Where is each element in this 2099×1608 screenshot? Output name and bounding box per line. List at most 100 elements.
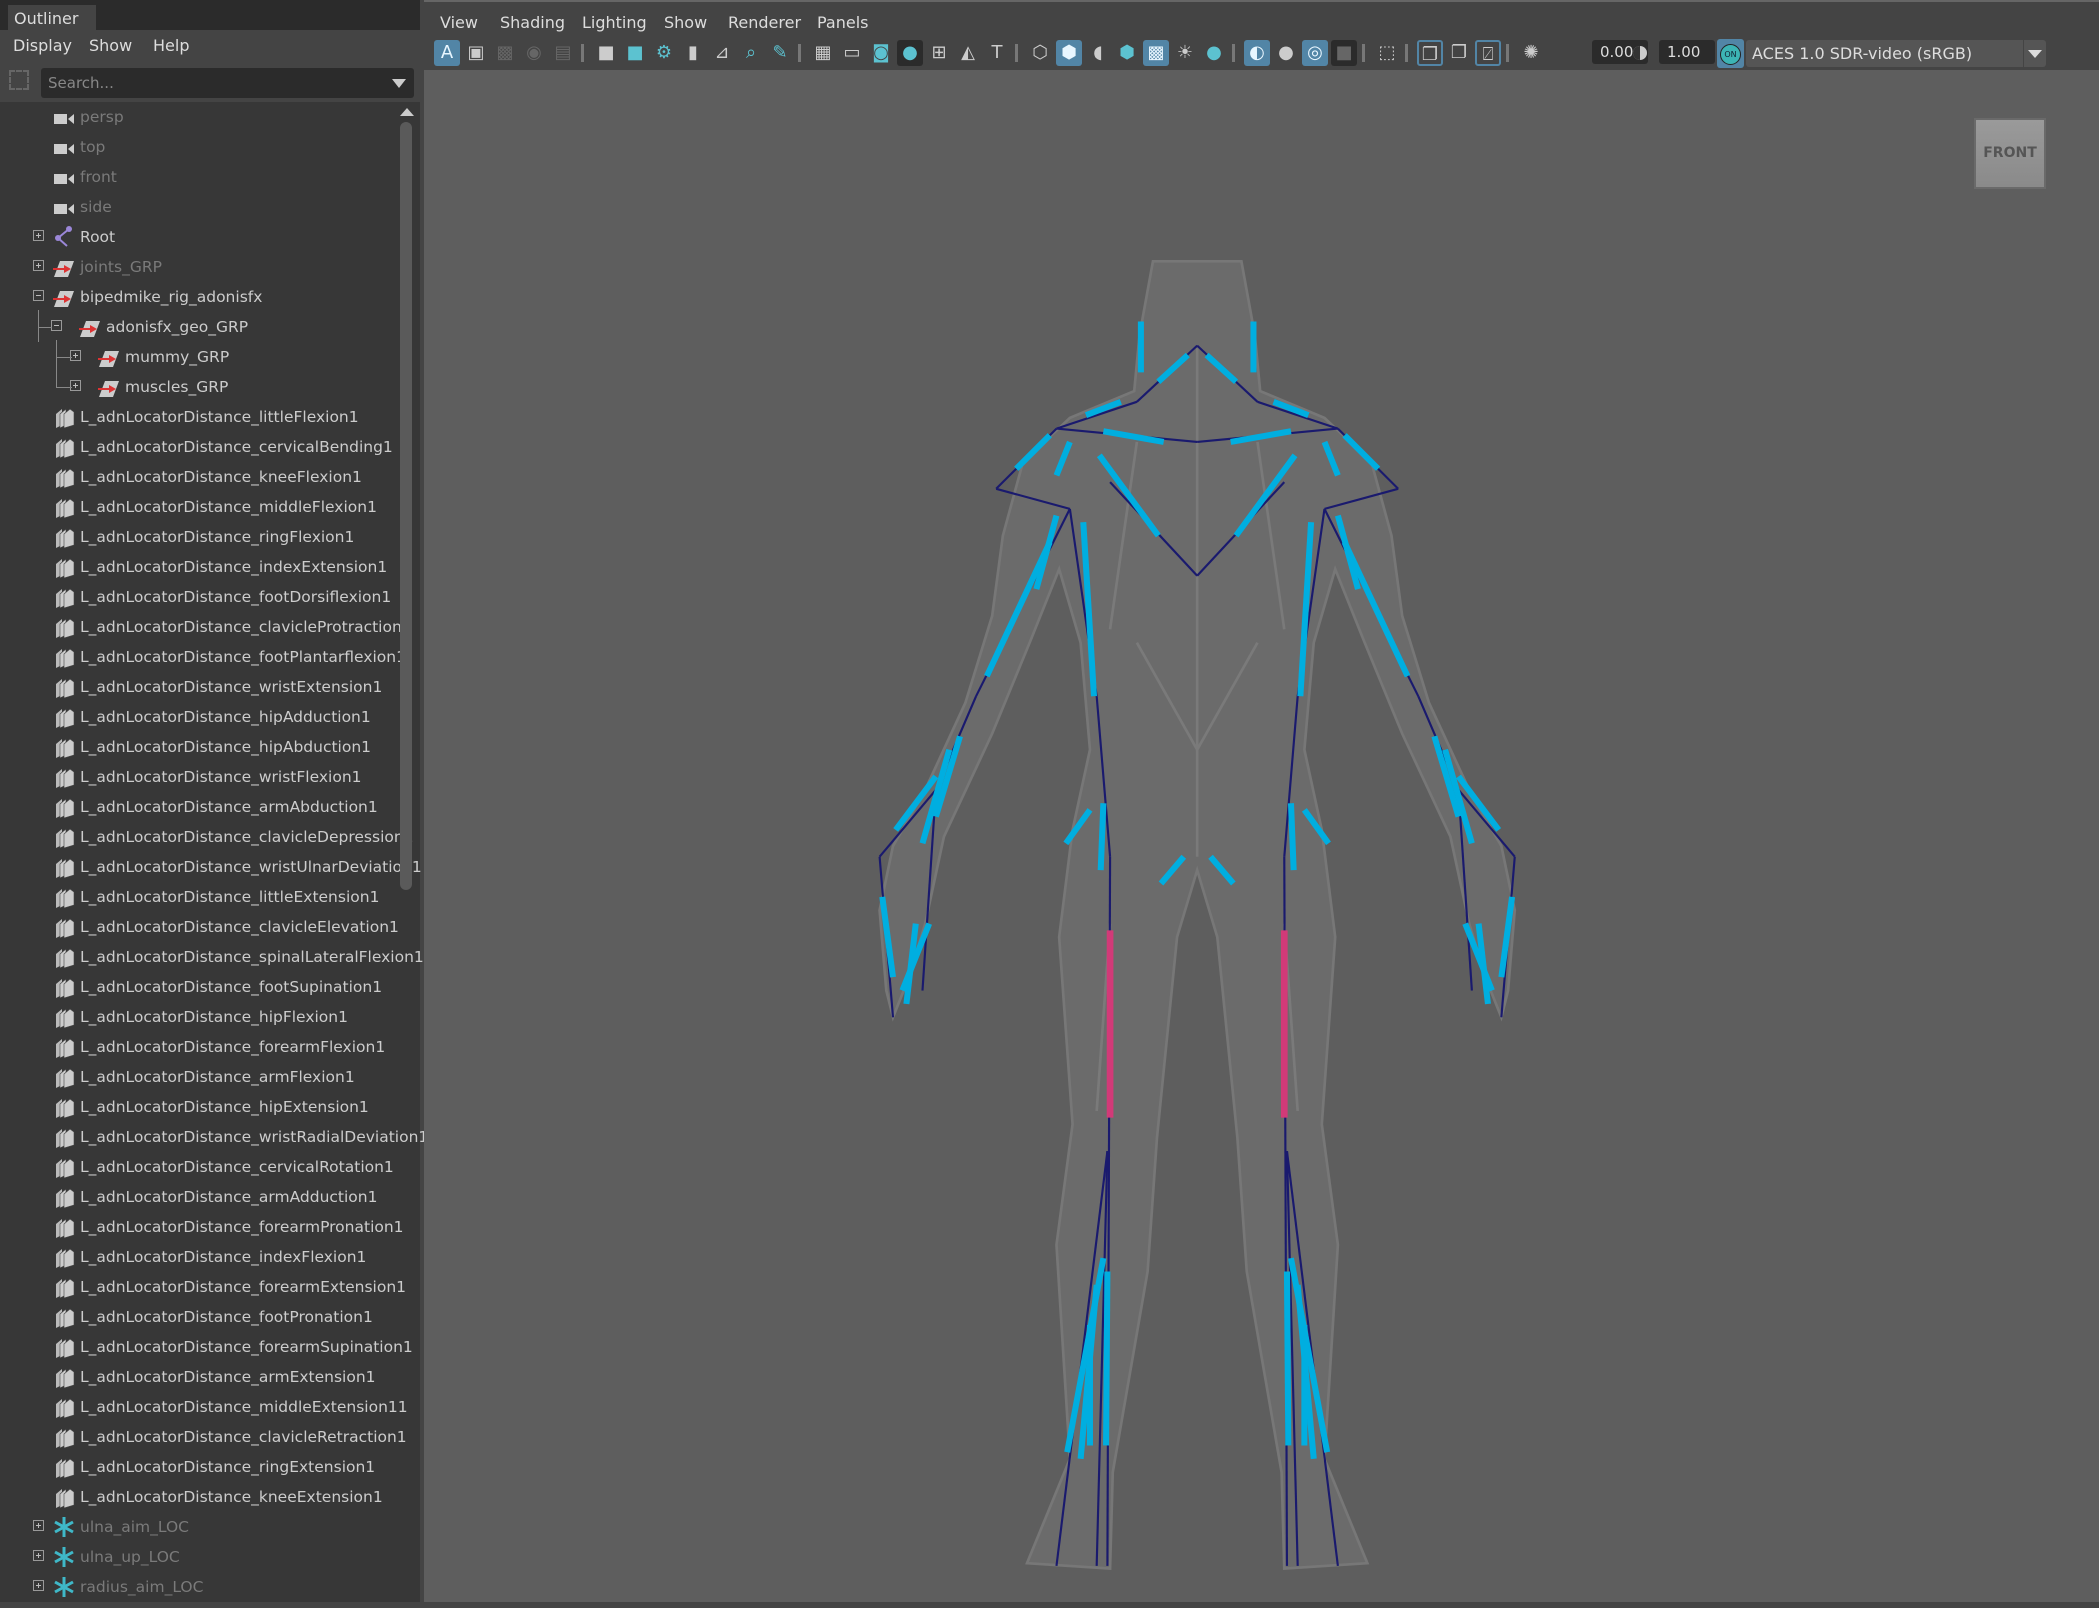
outliner-tab[interactable]: Outliner (8, 5, 97, 30)
outliner-item[interactable]: L_adnLocatorDistance_indexFlexion1 (0, 1242, 395, 1272)
outliner-item[interactable]: top (0, 132, 395, 162)
outliner-item[interactable]: ulna_aim_LOC (0, 1512, 395, 1542)
outliner-item[interactable]: front (0, 162, 395, 192)
color-management-toggle[interactable]: ON (1717, 39, 1744, 68)
select-camera-icon[interactable]: A (434, 40, 460, 66)
grease-pencil-lasso-icon[interactable]: ⌕ (738, 40, 764, 66)
outliner-scrollbar[interactable] (398, 104, 414, 1602)
2d-pan-zoom-icon[interactable]: ⊿ (709, 40, 735, 66)
film-gate-icon[interactable]: ▭ (839, 40, 865, 66)
scroll-up-arrow-icon[interactable] (400, 108, 414, 116)
grease-pencil-icon[interactable]: ✎ (767, 40, 793, 66)
outliner-item[interactable]: ulna_up_LOC (0, 1542, 395, 1572)
outliner-item[interactable]: L_adnLocatorDistance_hipExtension1 (0, 1092, 395, 1122)
search-input[interactable] (46, 73, 380, 93)
default-material-icon[interactable]: ◖ (1085, 40, 1111, 66)
outliner-item[interactable]: bipedmike_rig_adonisfx (0, 282, 395, 312)
outliner-item[interactable]: L_adnLocatorDistance_littleFlexion1 (0, 402, 395, 432)
menu-help[interactable]: Help (153, 36, 189, 55)
filter-icon[interactable] (9, 70, 29, 90)
expand-icon[interactable] (70, 350, 81, 361)
xray-active-components-icon[interactable]: ❐ (1446, 40, 1472, 66)
resolution-gate-icon[interactable]: ◙ (868, 40, 894, 66)
wireframe-icon[interactable]: ⬡ (1027, 40, 1053, 66)
outliner-item[interactable]: side (0, 192, 395, 222)
safe-title-icon[interactable]: T (984, 40, 1010, 66)
grid-icon[interactable]: ▦ (810, 40, 836, 66)
outliner-item[interactable]: L_adnLocatorDistance_middleExtension11 (0, 1392, 408, 1422)
xray-icon[interactable]: ❐ (1417, 40, 1443, 66)
outliner-item[interactable]: L_adnLocatorDistance_footPlantarflexion1 (0, 642, 406, 672)
exposure-icon[interactable]: ✺ (1518, 40, 1544, 66)
gamma-field[interactable]: 1.00 (1659, 40, 1715, 64)
camera-settings-icon[interactable]: ⚙ (651, 40, 677, 66)
outliner-item[interactable]: L_adnLocatorDistance_armAbduction1 (0, 792, 395, 822)
outliner-item[interactable]: L_adnLocatorDistance_wristFlexion1 (0, 762, 395, 792)
3d-scene[interactable] (424, 70, 2099, 1602)
search-options-dropdown-icon[interactable] (392, 79, 406, 88)
depth-of-field-icon[interactable]: ■ (1331, 40, 1357, 66)
expand-icon[interactable] (33, 1520, 44, 1531)
outliner-item[interactable]: adonisfx_geo_GRP (0, 312, 395, 342)
outliner-item[interactable]: L_adnLocatorDistance_cervicalRotation1 (0, 1152, 395, 1182)
collapse-icon[interactable] (33, 290, 44, 301)
image-plane-icon[interactable]: ▩ (492, 40, 518, 66)
safe-action-icon[interactable]: ◭ (955, 40, 981, 66)
use-all-lights-icon[interactable]: ☀ (1172, 40, 1198, 66)
outliner-item[interactable]: L_adnLocatorDistance_hipFlexion1 (0, 1002, 395, 1032)
smooth-shade-icon[interactable]: ⬢ (1056, 40, 1082, 66)
outliner-item[interactable]: L_adnLocatorDistance_armFlexion1 (0, 1062, 395, 1092)
motion-blur-icon[interactable]: ● (1273, 40, 1299, 66)
menu-show[interactable]: Show (89, 36, 132, 55)
outliner-item[interactable]: L_adnLocatorDistance_littleExtension1 (0, 882, 395, 912)
outliner-item[interactable]: L_adnLocatorDistance_wristRadialDeviatio… (0, 1122, 428, 1152)
menu-lighting[interactable]: Lighting (582, 13, 647, 32)
multisample-aa-icon[interactable]: ◎ (1302, 40, 1328, 66)
outliner-item[interactable]: L_adnLocatorDistance_cervicalBending1 (0, 432, 395, 462)
textured-icon[interactable]: ▩ (1143, 40, 1169, 66)
outliner-item[interactable]: L_adnLocatorDistance_clavicleProtraction… (0, 612, 412, 642)
bookmark-icon[interactable]: ▮ (680, 40, 706, 66)
menu-view[interactable]: View (440, 13, 478, 32)
wireframe-on-shaded-icon[interactable]: ⬢ (1114, 40, 1140, 66)
outliner-item[interactable]: L_adnLocatorDistance_footSupination1 (0, 972, 395, 1002)
menu-renderer[interactable]: Renderer (728, 13, 801, 32)
expand-icon[interactable] (33, 1580, 44, 1591)
outliner-item[interactable]: L_adnLocatorDistance_middleFlexion1 (0, 492, 395, 522)
outliner-item[interactable]: joints_GRP (0, 252, 395, 282)
outliner-item[interactable]: L_adnLocatorDistance_forearmExtension1 (0, 1272, 406, 1302)
field-chart-icon[interactable]: ⊞ (926, 40, 952, 66)
outliner-item[interactable]: L_adnLocatorDistance_footDorsiflexion1 (0, 582, 395, 612)
view-cube-front[interactable]: FRONT (1974, 118, 2046, 189)
expand-icon[interactable] (33, 260, 44, 271)
xray-joints-icon[interactable]: ⍁ (1475, 40, 1501, 66)
outliner-item[interactable]: L_adnLocatorDistance_armAdduction1 (0, 1182, 395, 1212)
expand-icon[interactable] (70, 380, 81, 391)
menu-shading[interactable]: Shading (500, 13, 565, 32)
chevron-down-icon[interactable] (2023, 40, 2046, 67)
outliner-item[interactable]: Root (0, 222, 395, 252)
outliner-item[interactable]: L_adnLocatorDistance_wristUlnarDeviation… (0, 852, 422, 882)
color-wheel-icon[interactable]: ◉ (521, 40, 547, 66)
search-field[interactable] (41, 68, 414, 98)
outliner-item[interactable]: L_adnLocatorDistance_armExtension1 (0, 1362, 395, 1392)
outliner-item[interactable]: L_adnLocatorDistance_spinalLateralFlexio… (0, 942, 424, 972)
outliner-item[interactable]: L_adnLocatorDistance_indexExtension1 (0, 552, 395, 582)
outliner-item[interactable]: L_adnLocatorDistance_forearmPronation1 (0, 1212, 404, 1242)
gate-mask-icon[interactable]: ● (897, 40, 923, 66)
camera-icon[interactable]: ■ (593, 40, 619, 66)
view-transform-select[interactable]: ACES 1.0 SDR-video (sRGB) (1746, 40, 2046, 67)
outliner-item[interactable]: radius_aim_LOC (0, 1572, 395, 1602)
bookmarks-icon[interactable]: ▤ (550, 40, 576, 66)
menu-panels[interactable]: Panels (817, 13, 869, 32)
outliner-item[interactable]: L_adnLocatorDistance_forearmSupination1 (0, 1332, 413, 1362)
scrollbar-thumb[interactable] (400, 122, 412, 890)
outliner-item[interactable]: L_adnLocatorDistance_clavicleElevation1 (0, 912, 399, 942)
outliner-item[interactable]: L_adnLocatorDistance_ringFlexion1 (0, 522, 395, 552)
outliner-item[interactable]: L_adnLocatorDistance_footPronation1 (0, 1302, 395, 1332)
expand-icon[interactable] (33, 230, 44, 241)
outliner-item[interactable]: L_adnLocatorDistance_clavicleRetraction1 (0, 1422, 407, 1452)
outliner-item[interactable]: L_adnLocatorDistance_forearmFlexion1 (0, 1032, 395, 1062)
screen-space-ao-icon[interactable]: ◐ (1244, 40, 1270, 66)
outliner-item[interactable]: L_adnLocatorDistance_kneeExtension1 (0, 1482, 395, 1512)
